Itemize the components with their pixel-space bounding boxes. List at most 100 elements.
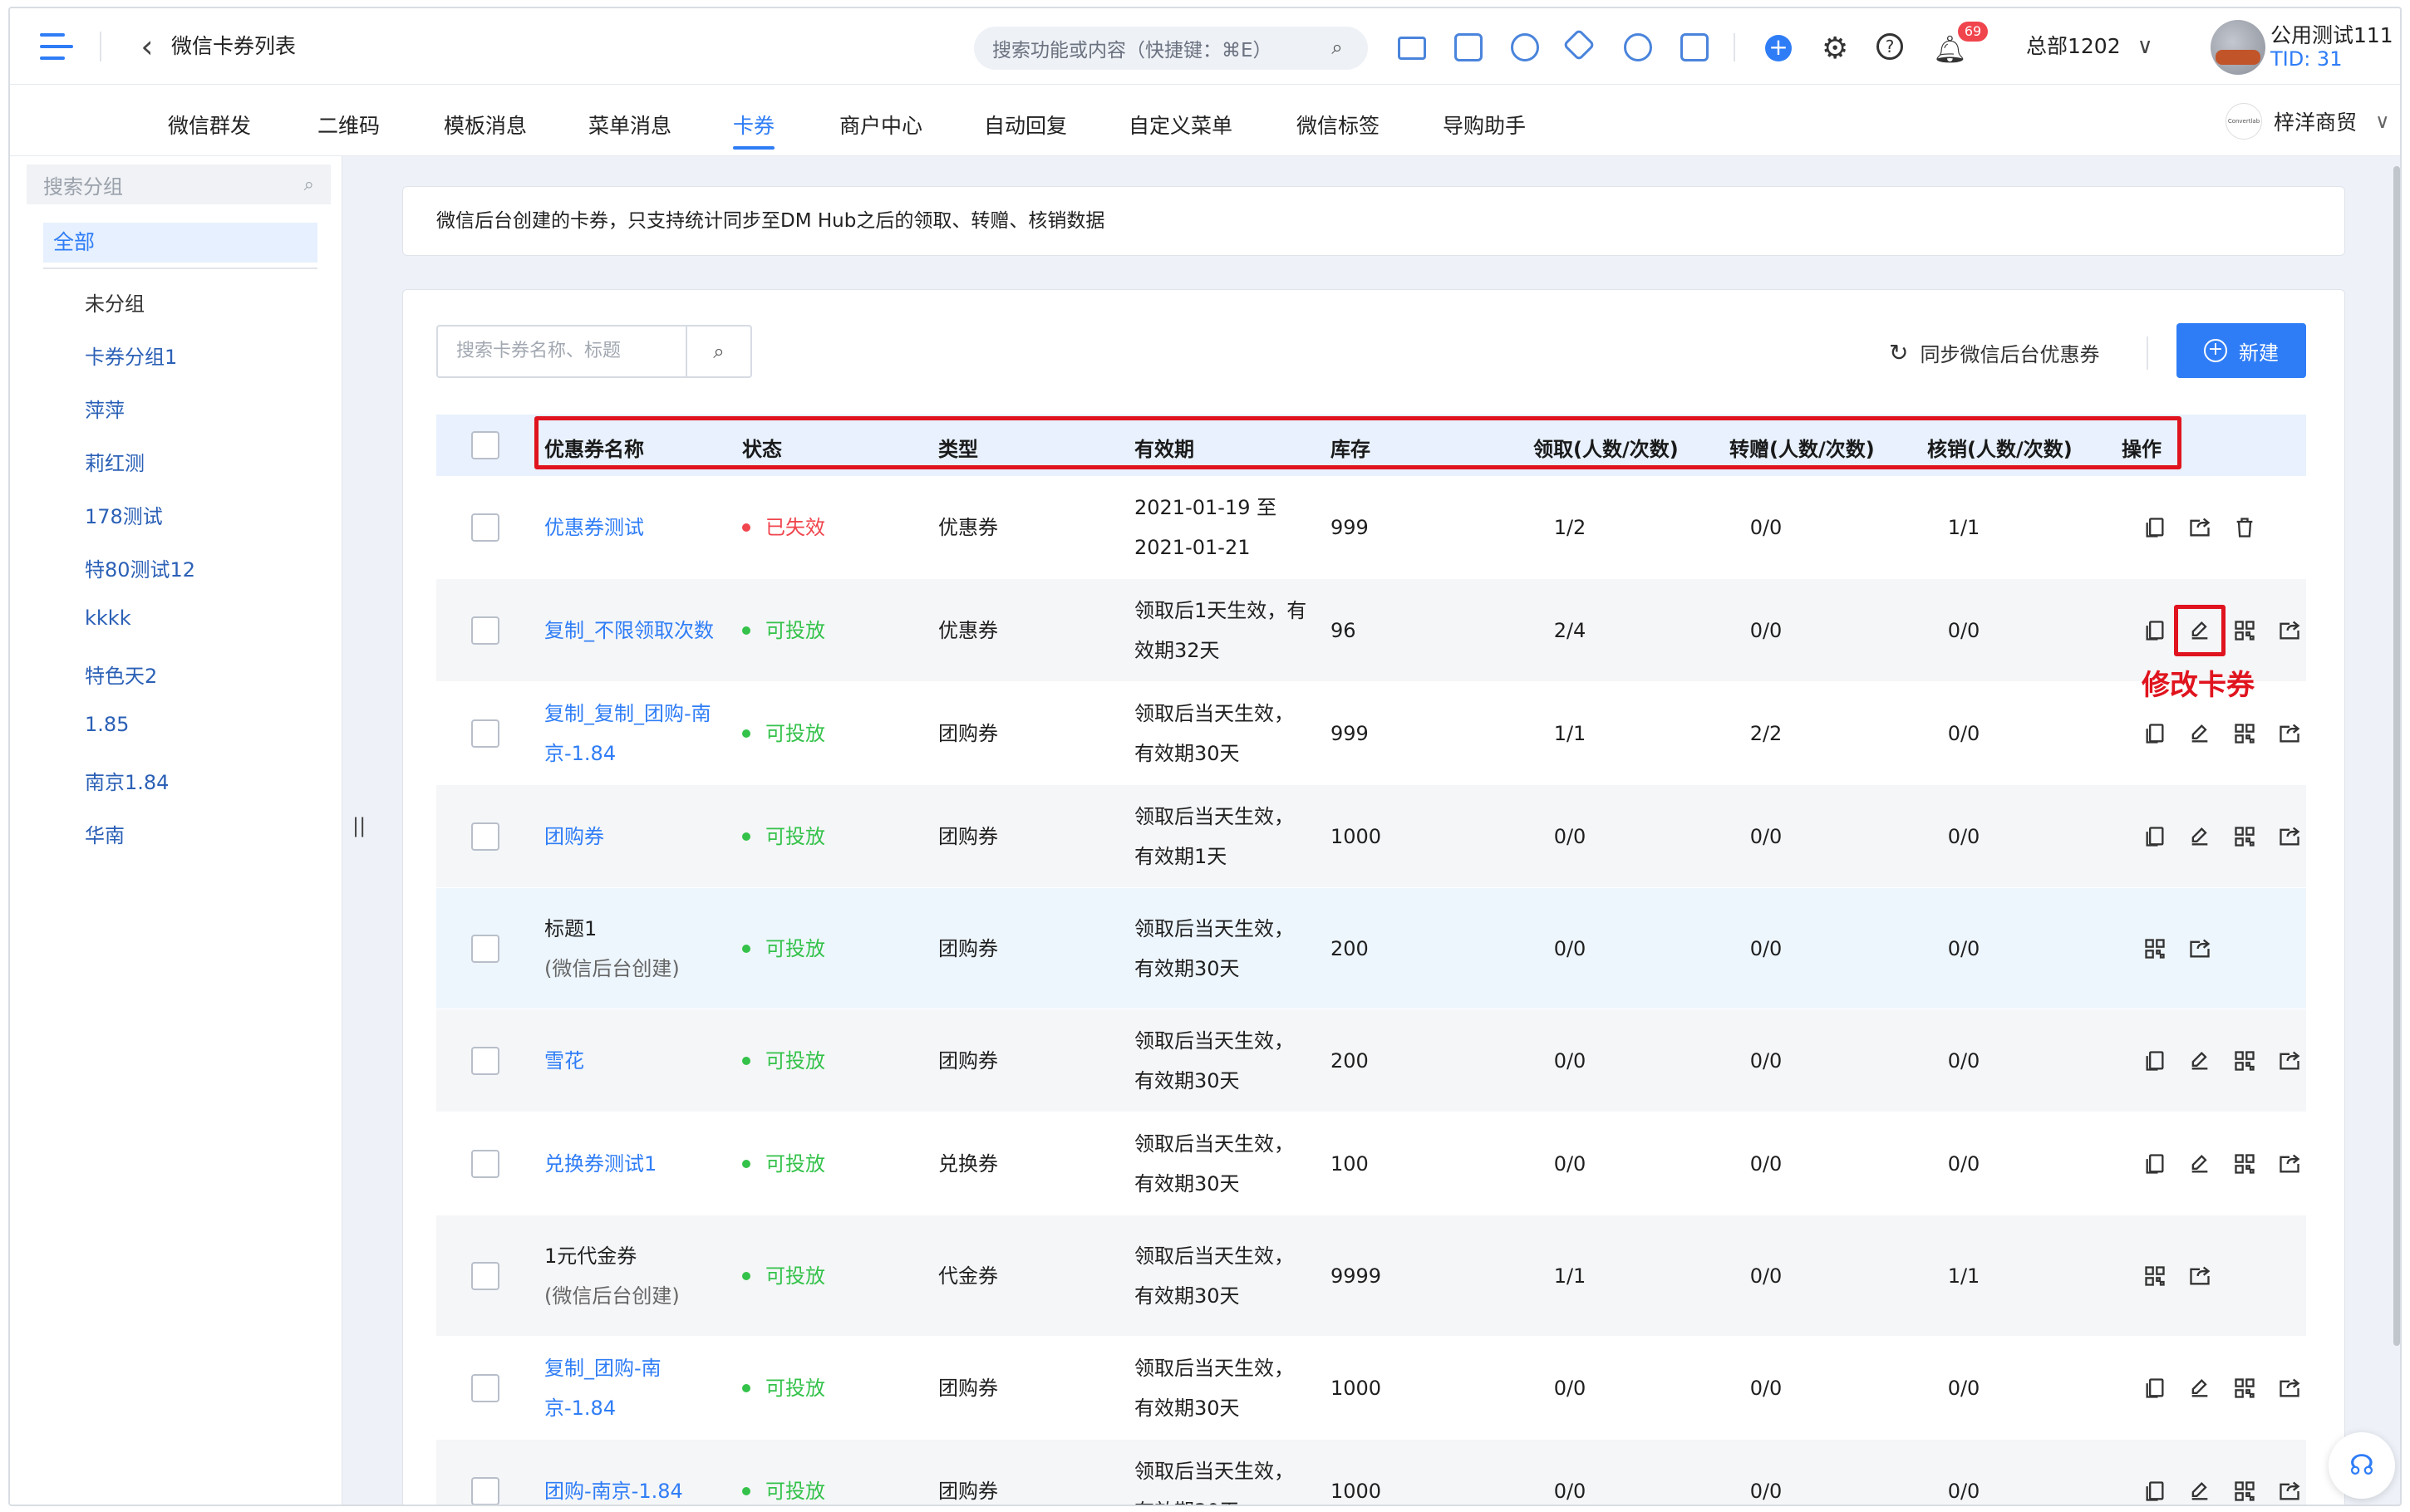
group-item[interactable]: 特色天2: [85, 660, 157, 689]
copy-icon[interactable]: [2143, 825, 2167, 848]
nav-tab[interactable]: 卡券: [733, 110, 775, 150]
nav-tab[interactable]: 自定义菜单: [1129, 110, 1232, 140]
group-item[interactable]: 南京1.84: [85, 766, 169, 795]
coupon-name-link[interactable]: 雪花: [544, 1041, 584, 1081]
row-checkbox[interactable]: [471, 822, 499, 851]
group-item[interactable]: 莉红测: [85, 447, 145, 476]
row-checkbox[interactable]: [471, 1374, 499, 1402]
qrcode-icon[interactable]: [2233, 1152, 2256, 1176]
select-all-checkbox[interactable]: [471, 431, 499, 459]
copy-icon[interactable]: [2143, 516, 2167, 539]
nav-tab[interactable]: 商户中心: [839, 110, 922, 140]
row-checkbox[interactable]: [471, 616, 499, 645]
share-icon[interactable]: [2278, 1480, 2301, 1503]
group-item[interactable]: 华南: [85, 819, 125, 848]
nav-tab[interactable]: 菜单消息: [588, 110, 671, 140]
group-item-all[interactable]: 全部: [43, 223, 317, 263]
qrcode-icon[interactable]: [2143, 1264, 2167, 1288]
calendar-icon[interactable]: [1680, 33, 1709, 61]
row-checkbox[interactable]: [471, 1150, 499, 1178]
nav-tab[interactable]: 模板消息: [444, 110, 527, 140]
coupon-name-link[interactable]: 团购-南京-1.84: [544, 1471, 683, 1505]
coupon-name-link[interactable]: 京-1.84: [544, 1388, 616, 1428]
group-item[interactable]: 178测试: [85, 500, 163, 529]
group-item[interactable]: 未分组: [85, 287, 145, 317]
nav-tab[interactable]: 二维码: [317, 110, 380, 140]
hamburger-menu-icon[interactable]: [40, 33, 73, 60]
row-checkbox[interactable]: [471, 1262, 499, 1290]
qrcode-icon[interactable]: [2233, 1377, 2256, 1400]
group-search-input[interactable]: 搜索分组 ⌕: [27, 164, 331, 204]
nav-tab[interactable]: 自动回复: [984, 110, 1067, 140]
users-icon[interactable]: [1624, 33, 1652, 61]
qrcode-icon[interactable]: [2233, 825, 2256, 848]
avatar[interactable]: [2211, 20, 2265, 75]
sync-wechat-button[interactable]: ↻ 同步微信后台优惠券: [1889, 338, 2099, 367]
group-item[interactable]: kkkk: [85, 606, 131, 630]
share-icon[interactable]: [2278, 825, 2301, 848]
new-coupon-button[interactable]: + 新建: [2176, 323, 2306, 378]
share-icon[interactable]: [2278, 1049, 2301, 1073]
coupon-name-link[interactable]: 复制_复制_团购-南: [544, 694, 711, 734]
org-select[interactable]: 总部1202 ∨: [2026, 30, 2153, 63]
copy-icon[interactable]: [2143, 1480, 2167, 1503]
coupon-name-link[interactable]: 复制_团购-南: [544, 1348, 662, 1388]
share-icon[interactable]: [2188, 516, 2211, 539]
group-item[interactable]: 特80测试12: [85, 553, 195, 582]
copy-icon[interactable]: [2143, 619, 2167, 642]
row-checkbox[interactable]: [471, 1047, 499, 1075]
group-item[interactable]: 1.85: [85, 713, 129, 736]
back-arrow-icon[interactable]: ‹: [135, 28, 160, 65]
nav-tab[interactable]: 微信标签: [1296, 110, 1380, 140]
share-icon[interactable]: [2278, 1152, 2301, 1176]
coupon-name-link[interactable]: 兑换券测试1: [544, 1144, 657, 1184]
help-icon[interactable]: ?: [1876, 33, 1903, 60]
edit-icon[interactable]: [2188, 1480, 2211, 1503]
edit-icon[interactable]: [2188, 1152, 2211, 1176]
share-icon[interactable]: [2188, 937, 2211, 960]
nav-tab[interactable]: 导购助手: [1443, 110, 1526, 140]
share-icon[interactable]: [2188, 1264, 2211, 1288]
message-icon[interactable]: [1398, 37, 1426, 60]
row-checkbox[interactable]: [471, 1477, 499, 1505]
tag-icon[interactable]: [1562, 28, 1596, 61]
copy-icon[interactable]: [2143, 722, 2167, 745]
edit-icon[interactable]: [2188, 1377, 2211, 1400]
row-checkbox[interactable]: [471, 719, 499, 748]
search-icon[interactable]: ⌕: [687, 326, 750, 376]
qrcode-icon[interactable]: [2233, 1049, 2256, 1073]
qrcode-icon[interactable]: [2233, 1480, 2256, 1503]
share-icon[interactable]: [2278, 619, 2301, 642]
edit-icon[interactable]: [2188, 1049, 2211, 1073]
qrcode-icon[interactable]: [2143, 937, 2167, 960]
group-item[interactable]: 卡券分组1: [85, 341, 177, 370]
share-icon[interactable]: [2278, 722, 2301, 745]
share-icon[interactable]: [2278, 1377, 2301, 1400]
coupon-search-input[interactable]: 搜索卡券名称、标题 ⌕: [436, 325, 752, 378]
scrollbar[interactable]: [2393, 166, 2400, 1346]
copy-icon[interactable]: [2143, 1049, 2167, 1073]
coupon-name-link[interactable]: 复制_不限领取次数: [544, 611, 714, 650]
add-circle-icon[interactable]: +: [1765, 35, 1792, 61]
qrcode-icon[interactable]: [2233, 619, 2256, 642]
qrcode-icon[interactable]: [2233, 722, 2256, 745]
global-search-input[interactable]: 搜索功能或内容（快捷键：⌘E） ⌕: [974, 27, 1368, 70]
group-item[interactable]: 萍萍: [85, 394, 125, 423]
compass-icon[interactable]: [1511, 33, 1539, 61]
support-chat-button[interactable]: ☊: [2329, 1432, 2395, 1499]
row-checkbox[interactable]: [471, 513, 499, 542]
sidebar-collapse-handle[interactable]: ||: [342, 814, 376, 837]
row-checkbox[interactable]: [471, 935, 499, 963]
delete-icon[interactable]: [2233, 516, 2256, 539]
edit-icon[interactable]: [2188, 722, 2211, 745]
copy-icon[interactable]: [2143, 1152, 2167, 1176]
coupon-name-link[interactable]: 团购券: [544, 817, 604, 857]
gear-icon[interactable]: ⚙: [1822, 32, 1848, 66]
nav-tab[interactable]: 微信群发: [168, 110, 251, 140]
coupon-name-link[interactable]: 京-1.84: [544, 734, 616, 773]
qrcode-icon[interactable]: [1454, 33, 1483, 61]
coupon-name-link[interactable]: 优惠券测试: [544, 508, 644, 547]
copy-icon[interactable]: [2143, 1377, 2167, 1400]
edit-icon[interactable]: [2188, 825, 2211, 848]
shop-select[interactable]: Convertlab 梓洋商贸 ∨: [2226, 103, 2390, 140]
